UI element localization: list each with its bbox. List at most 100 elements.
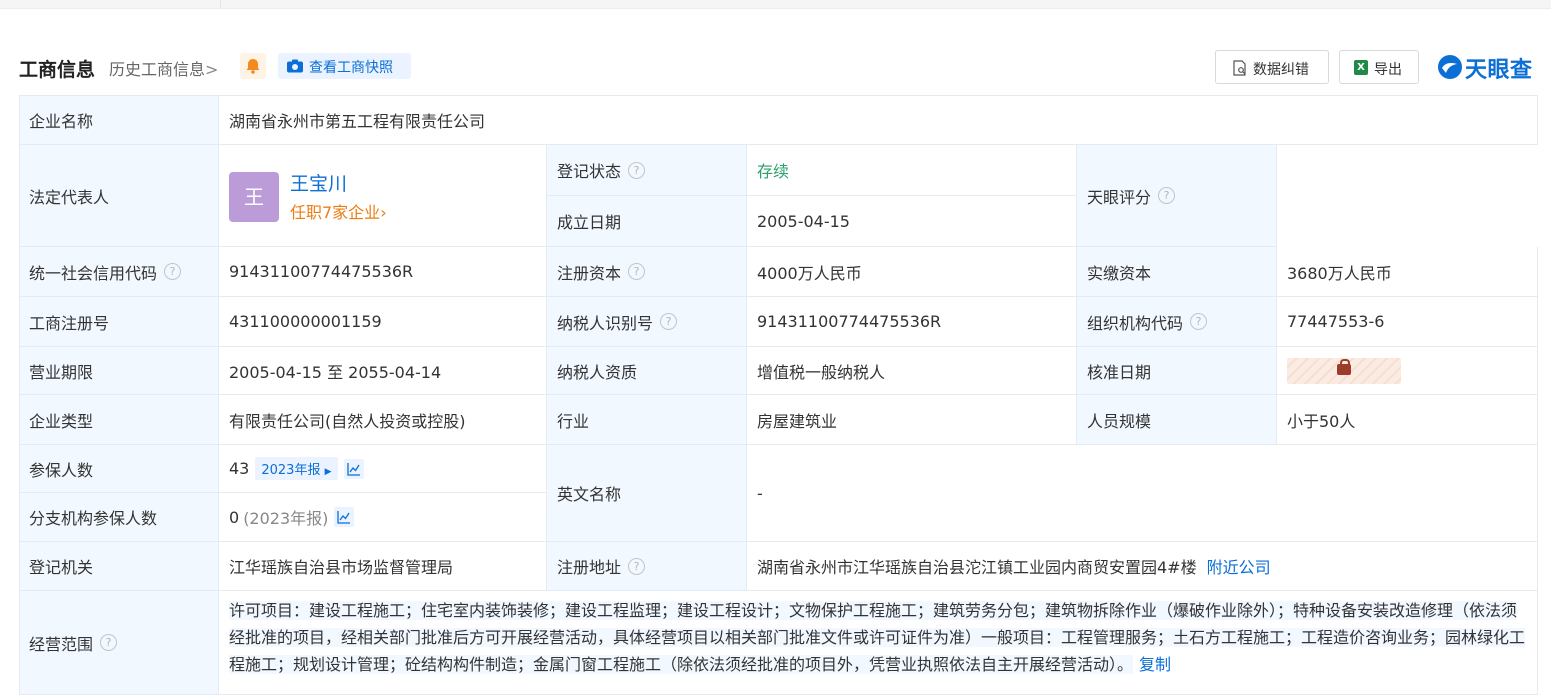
camera-icon: [287, 59, 303, 73]
help-icon[interactable]: ?: [164, 263, 182, 280]
label-org-code: 组织机构代码?: [1077, 297, 1277, 347]
biz-term: 2005-04-15 至 2055-04-14: [229, 362, 442, 382]
data-correction-label: 数据纠错: [1253, 62, 1309, 78]
label-text: 营业期限: [29, 362, 94, 382]
help-icon[interactable]: ?: [628, 263, 646, 280]
label-text: 天眼评分: [1087, 187, 1152, 207]
reg-capital: 4000万人民币: [757, 263, 862, 283]
label-text: 纳税人识别号: [557, 313, 654, 333]
label-text: 注册地址: [557, 558, 622, 577]
section-title: 工商信息: [19, 59, 96, 81]
staff-size: 小于50人: [1287, 411, 1356, 431]
legal-rep-name-link[interactable]: 王宝川: [290, 169, 347, 196]
label-text: 核准日期: [1087, 362, 1152, 382]
locked-value[interactable]: [1287, 357, 1401, 384]
snapshot-button[interactable]: 查看工商快照: [278, 53, 411, 79]
label-reg-authority: 登记机关: [19, 542, 219, 591]
label-text: 实缴资本: [1087, 263, 1152, 283]
help-icon[interactable]: ?: [660, 313, 678, 330]
value-insured: 43 2023年报 ▶: [219, 445, 547, 493]
brand-name: 天眼查: [1465, 58, 1533, 83]
help-icon[interactable]: ?: [1158, 187, 1176, 204]
value-reg-capital: 4000万人民币: [747, 247, 1077, 297]
help-icon[interactable]: ?: [1190, 313, 1208, 330]
label-reg-status: 登记状态?: [547, 145, 747, 196]
bell-icon: [246, 59, 260, 74]
bell-button[interactable]: [240, 53, 266, 79]
label-text: 成立日期: [557, 213, 622, 232]
trend-chart-icon[interactable]: [334, 507, 355, 527]
label-text: 组织机构代码: [1087, 313, 1184, 333]
label-english-name: 英文名称: [547, 445, 747, 542]
value-company-type: 有限责任公司(自然人投资或控股): [219, 395, 547, 445]
copy-button[interactable]: 复制: [1139, 655, 1171, 674]
label-industry: 行业: [547, 395, 747, 445]
avatar[interactable]: 王: [229, 172, 279, 222]
reg-address: 湖南省永州市江华瑶族自治县沱江镇工业园内商贸安置园4#楼: [757, 558, 1197, 577]
snapshot-label: 查看工商快照: [309, 60, 393, 76]
label-biz-reg-no: 工商注册号: [19, 297, 219, 347]
value-credit-code: 91431100774475536R: [219, 247, 547, 297]
label-text: 英文名称: [557, 485, 622, 504]
value-approve-date: [1277, 347, 1538, 395]
business-scope-text: 许可项目：建设工程施工；住宅室内装饰装修；建设工程监理；建设工程设计；文物保护工…: [229, 601, 1526, 674]
label-branch-insured: 分支机构参保人数: [19, 493, 219, 542]
value-paid-capital: 3680万人民币: [1277, 247, 1538, 297]
paid-capital: 3680万人民币: [1287, 263, 1392, 283]
value-biz-term: 2005-04-15 至 2055-04-14: [219, 347, 547, 395]
label-text: 登记状态: [557, 162, 622, 181]
chevron-right-icon: >: [205, 60, 219, 79]
lock-icon: [1337, 358, 1351, 375]
help-icon[interactable]: ?: [628, 161, 646, 179]
company-name: 湖南省永州市第五工程有限责任公司: [229, 111, 486, 131]
label-paid-capital: 实缴资本: [1077, 247, 1277, 297]
document-edit-icon: [1233, 60, 1246, 76]
help-icon[interactable]: ?: [100, 634, 118, 651]
credit-code: 91431100774475536R: [229, 262, 414, 281]
label-taxpayer-type: 纳税人资质: [547, 347, 747, 395]
label-biz-scope: 经营范围?: [19, 591, 219, 695]
label-credit-code: 统一社会信用代码?: [19, 247, 219, 297]
label-legal-rep: 法定代表人: [19, 145, 219, 247]
label-company-type: 企业类型: [19, 395, 219, 445]
value-legal-rep: 王 王宝川 任职7家企业›: [219, 145, 547, 247]
label-approve-date: 核准日期: [1077, 347, 1277, 395]
jobs-text: 任职7家企业: [290, 203, 381, 222]
label-text: 分支机构参保人数: [29, 509, 158, 528]
trend-chart-icon[interactable]: [343, 458, 364, 479]
history-label: 历史工商信息: [109, 60, 206, 79]
label-company-name: 企业名称: [19, 95, 219, 145]
legal-rep-jobs-link[interactable]: 任职7家企业›: [290, 199, 387, 223]
label-text: 经营范围: [29, 634, 94, 654]
business-info-table: 企业名称 湖南省永州市第五工程有限责任公司 法定代表人 王 王宝川 任职7家企业…: [19, 95, 1538, 695]
label-biz-term: 营业期限: [19, 347, 219, 395]
top-strip: [0, 0, 1551, 9]
value-taxpayer-type: 增值税一般纳税人: [747, 347, 1077, 395]
value-taxpayer-id: 91431100774475536R: [747, 297, 1077, 347]
history-link[interactable]: 历史工商信息>: [109, 56, 218, 80]
help-icon[interactable]: ?: [628, 557, 646, 575]
label-text: 工商注册号: [29, 313, 110, 333]
label-text: 企业类型: [29, 411, 94, 431]
value-found-date: 2005-04-15: [747, 196, 1077, 247]
report-year-tag[interactable]: 2023年报 ▶: [255, 457, 338, 480]
report-year-note: (2023年报): [243, 509, 329, 528]
found-date: 2005-04-15: [757, 211, 850, 231]
export-button[interactable]: X 导出: [1339, 50, 1419, 84]
label-tianyan-score: 天眼评分?: [1077, 145, 1277, 247]
value-branch-insured: 0 (2023年报): [219, 493, 547, 542]
company-type: 有限责任公司(自然人投资或控股): [229, 411, 466, 431]
taxpayer-type: 增值税一般纳税人: [757, 362, 886, 382]
data-correction-button[interactable]: 数据纠错: [1215, 50, 1329, 84]
insured-count: 43: [229, 459, 250, 478]
nearby-companies-link[interactable]: 附近公司: [1207, 554, 1271, 578]
label-found-date: 成立日期: [547, 196, 747, 247]
brand-mark-icon: [1438, 55, 1462, 79]
org-code: 77447553-6: [1287, 312, 1385, 331]
industry: 房屋建筑业: [757, 411, 838, 431]
value-industry: 房屋建筑业: [747, 395, 1077, 445]
status-badge: 存续: [757, 162, 790, 181]
label-text: 人员规模: [1087, 411, 1152, 431]
value-english-name: -: [747, 445, 1538, 542]
english-name: -: [757, 483, 763, 503]
